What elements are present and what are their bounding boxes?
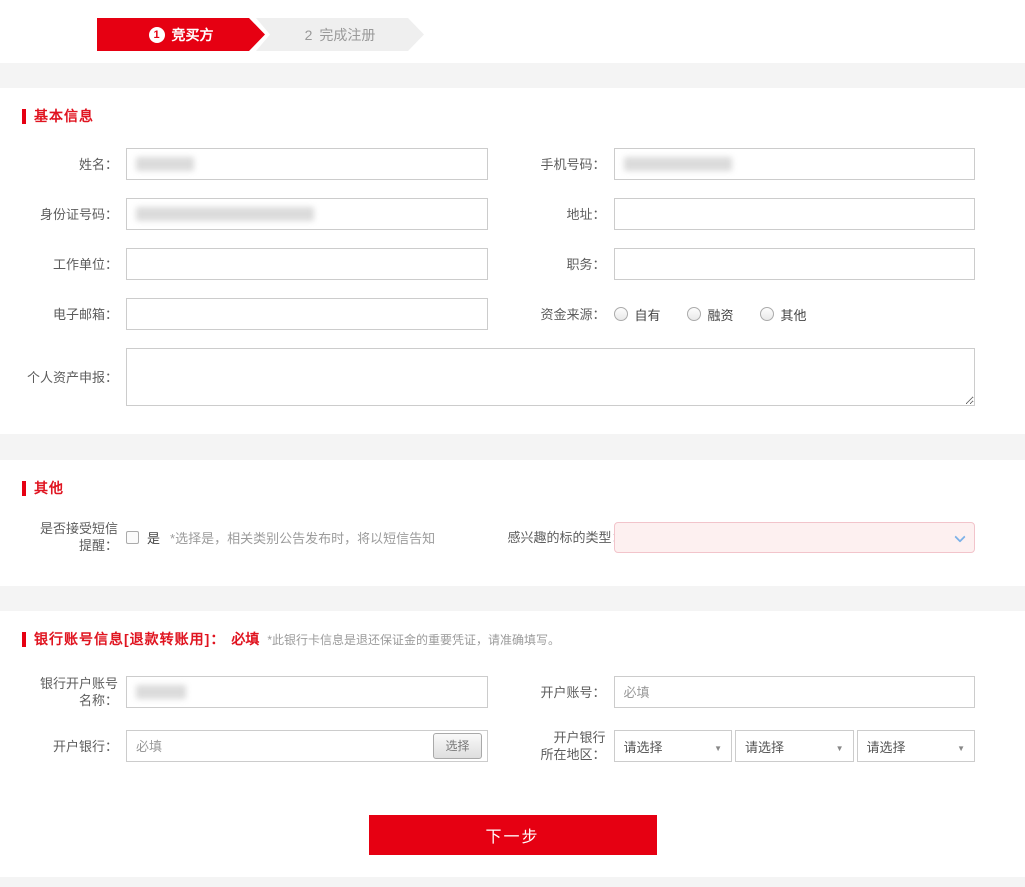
bottom-gray-strip: [0, 877, 1025, 887]
email-field-row: 电子邮箱：: [20, 298, 488, 330]
step-tab-complete-registration[interactable]: 2 完成注册: [256, 18, 424, 51]
name-input[interactable]: [126, 148, 488, 180]
bank-info-section: 银行账号信息[退款转账用]： 必填 *此银行卡信息是退还保证金的重要凭证，请准确…: [0, 611, 1025, 877]
bank-note-text: *此银行卡信息是退还保证金的重要凭证，请准确填写。: [267, 631, 560, 648]
name-field-row: 姓名：: [20, 148, 488, 180]
radio-fund-financing-label: 融资: [708, 305, 734, 324]
basic-info-header: 基本信息: [0, 88, 1025, 126]
bank-account-number-label: 开户账号：: [508, 684, 606, 701]
employer-field-row: 工作单位：: [20, 248, 488, 280]
id-number-label: 身份证号码：: [20, 206, 118, 223]
region-city-value: 请选择: [745, 737, 784, 756]
other-title: 其他: [34, 478, 64, 498]
radio-fund-own[interactable]: 自有: [614, 305, 661, 324]
interest-type-label: 感兴趣的标的类型：: [508, 529, 606, 546]
radio-fund-other-label: 其他: [781, 305, 807, 324]
name-label: 姓名：: [20, 156, 118, 173]
bank-account-name-input[interactable]: [126, 676, 488, 708]
bank-account-name-field-row: 银行开户账号 名称：: [20, 675, 488, 709]
section-accent-bar: [22, 109, 26, 124]
asset-declaration-label: 个人资产申报：: [20, 369, 118, 386]
employer-input[interactable]: [126, 248, 488, 280]
step2-number: 2: [305, 27, 313, 43]
fund-source-label: 资金来源：: [508, 306, 606, 323]
region-city-select[interactable]: 请选择 ▼: [735, 730, 854, 762]
id-number-input[interactable]: [126, 198, 488, 230]
caret-down-icon: ▼: [836, 744, 844, 753]
employer-label: 工作单位：: [20, 256, 118, 273]
sms-yes-label: 是: [147, 528, 160, 547]
radio-fund-own-label: 自有: [635, 305, 661, 324]
caret-down-icon: ▼: [714, 744, 722, 753]
phone-input[interactable]: [614, 148, 976, 180]
step-indicator: 1 竞买方 2 完成注册: [0, 0, 1025, 63]
section-accent-bar: [22, 632, 26, 647]
interest-type-field-row: 感兴趣的标的类型：: [508, 520, 976, 554]
fund-source-radio-group: 自有 融资 其他: [614, 305, 833, 324]
radio-icon: [687, 307, 701, 321]
asset-declaration-field-row: 个人资产申报：: [20, 348, 975, 406]
bank-region-field-row: 开户银行 所在地区： 请选择 ▼ 请选择 ▼ 请选择 ▼: [508, 729, 976, 763]
bank-account-number-field-row: 开户账号：: [508, 675, 976, 709]
step1-label: 竞买方: [172, 25, 214, 45]
asset-declaration-textarea[interactable]: [126, 348, 975, 406]
bank-info-title: 银行账号信息[退款转账用]：: [34, 629, 225, 649]
address-field-row: 地址：: [508, 198, 976, 230]
step-tab-buyer[interactable]: 1 竞买方: [97, 18, 265, 51]
position-field-row: 职务：: [508, 248, 976, 280]
radio-icon: [614, 307, 628, 321]
next-step-button[interactable]: 下一步: [369, 815, 657, 855]
bank-name-field-row: 开户银行： 选择: [20, 729, 488, 763]
region-province-value: 请选择: [624, 737, 663, 756]
region-district-select[interactable]: 请选择 ▼: [857, 730, 976, 762]
basic-info-section: 基本信息 姓名： 手机号码： 身份证号码： 地址：: [0, 88, 1025, 434]
other-header: 其他: [0, 460, 1025, 498]
position-label: 职务：: [508, 256, 606, 273]
caret-down-icon: ▼: [957, 744, 965, 753]
address-label: 地址：: [508, 206, 606, 223]
next-button-row: 下一步: [0, 763, 1025, 877]
email-label: 电子邮箱：: [20, 306, 118, 323]
step1-number-badge: 1: [149, 27, 165, 43]
fund-source-field-row: 资金来源： 自有 融资 其他: [508, 298, 976, 330]
bank-account-number-input[interactable]: [614, 676, 976, 708]
radio-fund-financing[interactable]: 融资: [687, 305, 734, 324]
step2-label: 完成注册: [319, 25, 375, 45]
email-input[interactable]: [126, 298, 488, 330]
sms-reminder-field-row: 是否接受短信 提醒： 是 *选择是，相关类别公告发布时，将以短信告知: [20, 520, 488, 554]
bank-region-label: 开户银行 所在地区：: [508, 729, 606, 763]
phone-field-row: 手机号码：: [508, 148, 976, 180]
bank-account-name-label: 银行开户账号 名称：: [20, 675, 118, 709]
id-number-field-row: 身份证号码：: [20, 198, 488, 230]
region-district-value: 请选择: [867, 737, 906, 756]
sms-reminder-label: 是否接受短信 提醒：: [20, 520, 118, 554]
position-input[interactable]: [614, 248, 976, 280]
address-input[interactable]: [614, 198, 976, 230]
chevron-down-icon: [954, 531, 965, 542]
bank-info-header: 银行账号信息[退款转账用]： 必填 *此银行卡信息是退还保证金的重要凭证，请准确…: [0, 611, 1025, 649]
sms-note-text: *选择是，相关类别公告发布时，将以短信告知: [170, 528, 435, 547]
interest-type-dropdown[interactable]: [614, 522, 976, 553]
radio-icon: [760, 307, 774, 321]
bank-required-tag: 必填: [231, 629, 259, 649]
basic-info-title: 基本信息: [34, 106, 94, 126]
region-province-select[interactable]: 请选择 ▼: [614, 730, 733, 762]
bank-name-label: 开户银行：: [20, 738, 118, 755]
bank-choose-button[interactable]: 选择: [433, 733, 481, 759]
section-accent-bar: [22, 481, 26, 496]
other-section: 其他 是否接受短信 提醒： 是 *选择是，相关类别公告发布时，将以短信告知 感兴…: [0, 460, 1025, 586]
sms-reminder-checkbox[interactable]: [126, 531, 139, 544]
phone-label: 手机号码：: [508, 156, 606, 173]
radio-fund-other[interactable]: 其他: [760, 305, 807, 324]
